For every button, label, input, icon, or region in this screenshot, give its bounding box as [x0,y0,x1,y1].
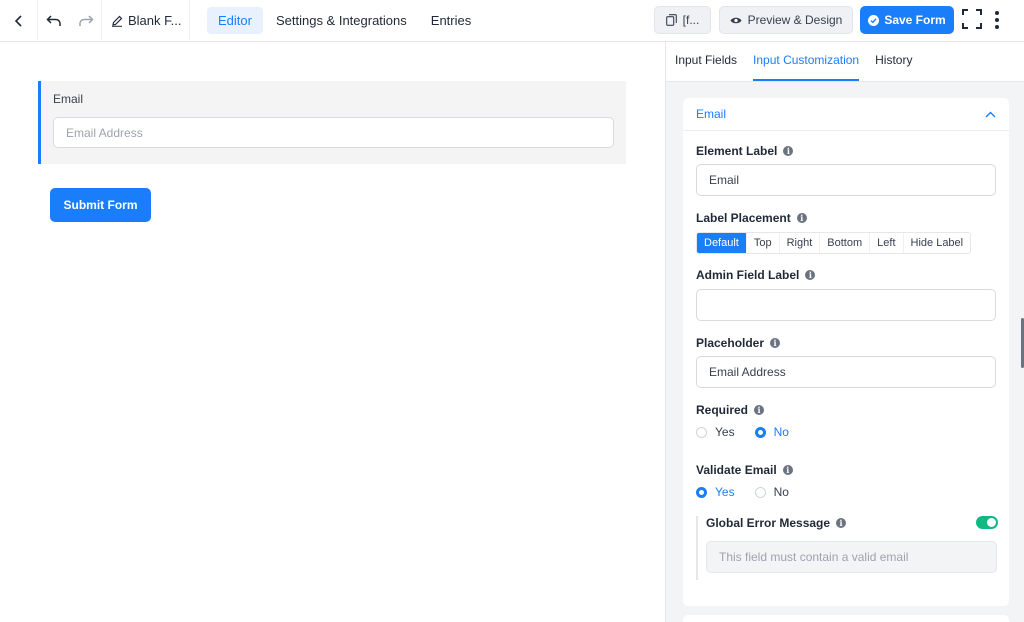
next-settings-card [683,615,1009,622]
info-icon[interactable]: i [754,405,765,415]
email-field-block[interactable]: Email Email Address [38,81,626,164]
email-field-input[interactable]: Email Address [53,117,614,148]
admin-field-label-input[interactable] [696,289,996,321]
placeholder-heading: Placeholder i [696,336,781,350]
card-title: Email [696,107,727,121]
label-placement-heading: Label Placement i [696,211,807,225]
undo-button[interactable] [38,0,70,42]
submit-form-button[interactable]: Submit Form [50,188,151,222]
email-field-label: Email [53,92,84,106]
undo-icon [46,14,61,26]
placement-top[interactable]: Top [747,233,780,253]
tab-input-fields[interactable]: Input Fields [675,53,737,81]
element-label-heading: Element Label i [696,144,794,158]
placeholder-input[interactable]: Email Address [696,356,996,388]
shortcode-text: [f... [682,13,700,27]
info-icon[interactable]: i [836,518,847,528]
form-editor-canvas: Email Email Address Submit Form [0,42,665,622]
email-settings-card: Email Element Label i Email Label Placem… [683,98,1009,606]
info-icon[interactable]: i [782,465,793,475]
form-title[interactable]: Blank F... [102,0,190,42]
placement-left[interactable]: Left [870,233,904,253]
global-error-heading: Global Error Message i [706,516,847,530]
nav-editor[interactable]: Editor [207,7,263,34]
global-error-section: Global Error Message i This field must c… [696,516,998,580]
card-header[interactable]: Email [683,98,1009,131]
placement-default[interactable]: Default [697,233,747,253]
admin-field-label-heading: Admin Field Label i [696,268,816,282]
validate-email-options: Yes No [696,485,789,499]
more-options-button[interactable] [992,9,1002,31]
info-icon[interactable]: i [796,213,807,223]
nav-settings-integrations[interactable]: Settings & Integrations [265,7,418,34]
save-form-button[interactable]: Save Form [860,6,954,34]
top-toolbar: Blank F... Editor Settings & Integration… [0,0,1024,42]
validate-email-heading: Validate Email i [696,463,793,477]
fullscreen-button[interactable] [962,9,982,29]
panel-tabs: Input Fields Input Customization History [666,42,1024,82]
form-title-text: Blank F... [128,13,182,28]
fullscreen-icon [962,9,982,29]
placement-right[interactable]: Right [780,233,821,253]
more-vertical-icon [995,11,999,15]
info-icon[interactable]: i [770,338,781,348]
shortcode-button[interactable]: [f... [654,6,711,34]
global-error-toggle[interactable] [976,516,998,529]
tab-history[interactable]: History [875,53,912,81]
settings-panel: Input Fields Input Customization History… [665,42,1024,622]
required-yes-radio[interactable]: Yes [696,425,735,439]
validate-yes-radio[interactable]: Yes [696,485,735,499]
label-placement-selector: Default Top Right Bottom Left Hide Label [696,232,972,254]
info-icon[interactable]: i [805,270,816,280]
eye-icon [730,17,742,23]
validate-no-radio[interactable]: No [754,485,789,499]
save-form-label: Save Form [884,13,946,27]
required-heading: Required i [696,403,765,417]
redo-icon [78,14,94,26]
placement-hide-label[interactable]: Hide Label [904,233,971,253]
required-no-radio[interactable]: No [754,425,789,439]
redo-button[interactable] [70,0,102,42]
nav-entries[interactable]: Entries [420,7,482,34]
check-circle-icon [868,14,880,26]
preview-design-label: Preview & Design [747,13,843,27]
chevron-left-icon [14,14,22,27]
tab-input-customization[interactable]: Input Customization [753,53,860,81]
element-label-input[interactable]: Email [696,164,996,196]
copy-icon [665,14,677,26]
main-nav: Editor Settings & Integrations Entries [207,7,482,34]
chevron-up-icon[interactable] [985,111,996,118]
required-options: Yes No [696,425,789,439]
pencil-icon [112,15,123,27]
back-button[interactable] [0,0,38,42]
global-error-input[interactable]: This field must contain a valid email [706,541,997,573]
placement-bottom[interactable]: Bottom [820,233,871,253]
preview-design-button[interactable]: Preview & Design [719,6,853,34]
info-icon[interactable]: i [783,146,794,156]
